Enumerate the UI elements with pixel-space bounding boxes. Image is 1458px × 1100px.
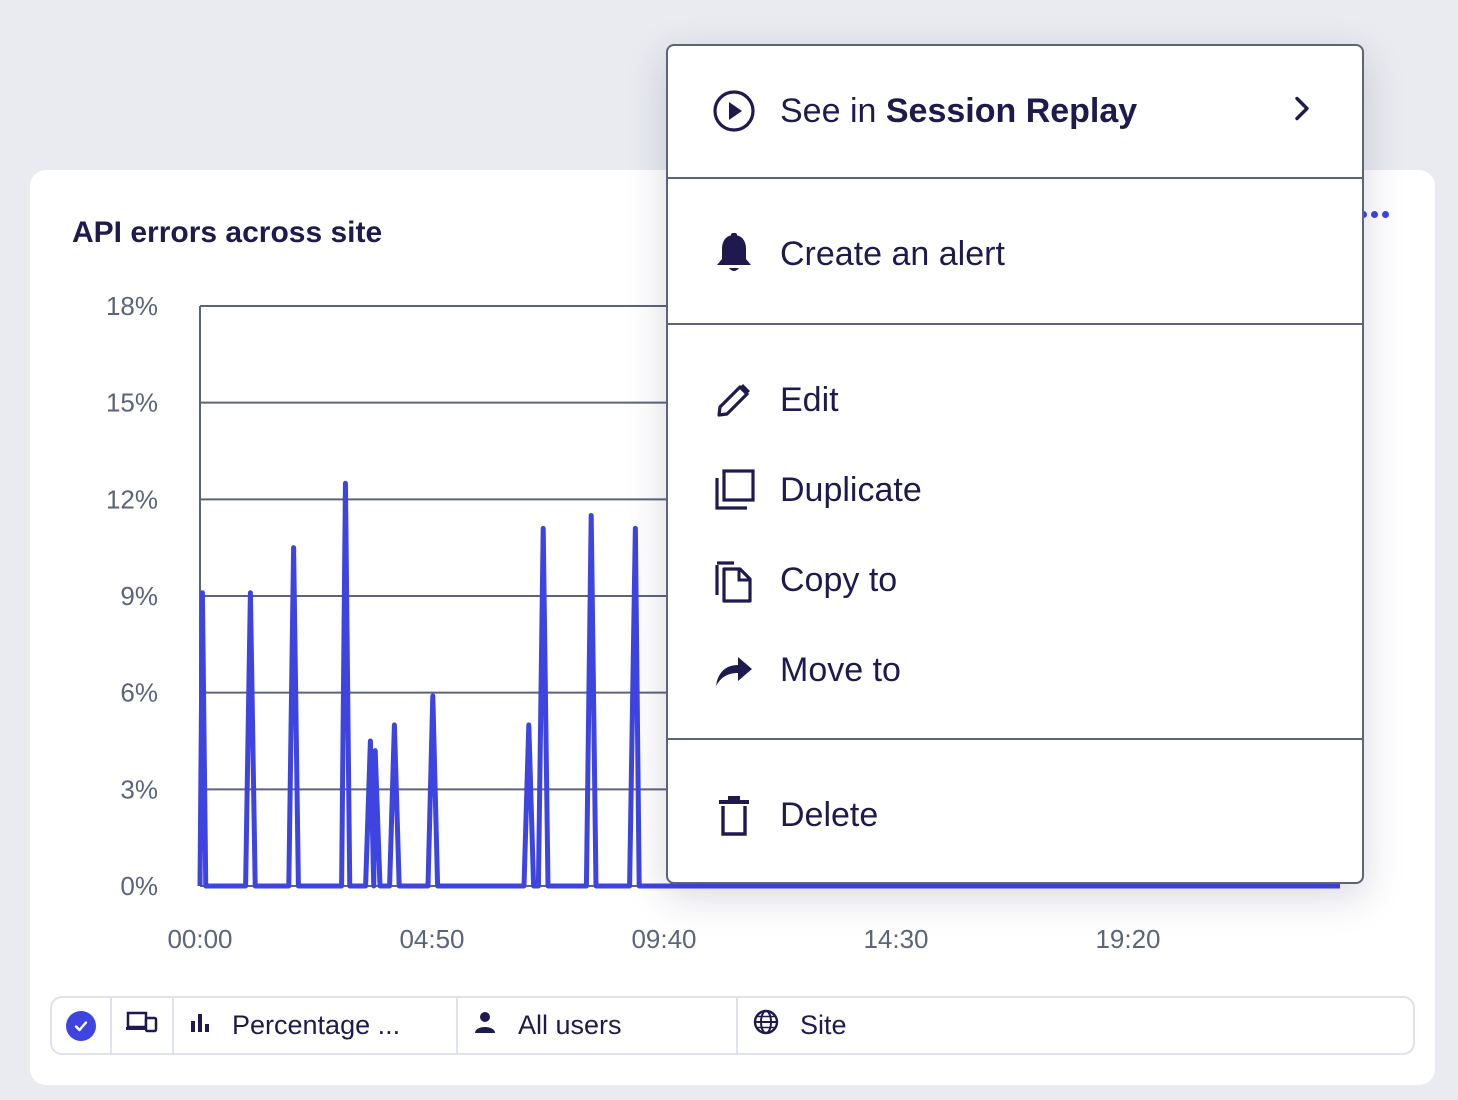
menu-section-actions: Edit Duplicate Copy to Move to [668,325,1362,740]
menu-section-alert: Create an alert [668,179,1362,325]
y-tick-label: 12% [106,484,158,514]
duplicate-icon [710,466,758,514]
pencil-icon [710,376,758,424]
menu-item-session-replay-prefix: See in [780,91,877,130]
bar-chart-icon [188,1010,212,1041]
menu-item-session-replay-bold: Session Replay [885,91,1138,130]
menu-item-edit-label: Edit [780,380,839,419]
menu-item-create-alert-label: Create an alert [780,234,1005,273]
menu-item-duplicate[interactable]: Duplicate [668,445,1362,535]
chevron-right-icon [1292,92,1312,131]
legend-users[interactable]: All users [458,998,738,1053]
x-tick-label: 04:50 [399,924,464,954]
bell-icon [710,230,758,278]
y-tick-label: 0% [120,871,158,901]
forward-arrow-icon [710,646,758,694]
y-tick-label: 18% [106,291,158,321]
menu-item-create-alert[interactable]: Create an alert [668,209,1362,299]
menu-item-delete-label: Delete [780,795,879,834]
menu-item-move-to-label: Move to [780,650,901,689]
legend-users-label: All users [518,1010,622,1040]
menu-item-session-replay[interactable]: See in Session Replay [668,66,1362,156]
legend-scope[interactable]: Site [738,998,1413,1053]
menu-item-move-to[interactable]: Move to [668,625,1362,715]
legend-toggle[interactable] [52,998,112,1053]
menu-section-replay: See in Session Replay [668,46,1362,179]
legend-metric-label: Percentage ... [232,1010,401,1040]
user-icon [472,1009,498,1042]
y-tick-label: 3% [120,774,158,804]
devices-icon [126,1010,158,1041]
y-tick-label: 15% [106,388,158,418]
legend-metric[interactable]: Percentage ... [174,998,458,1053]
chart-legend-bar: Percentage ... All users Site [50,996,1415,1055]
context-menu: See in Session Replay Create an alert Ed… [666,44,1364,884]
y-tick-label: 9% [120,581,158,611]
check-icon [66,1010,96,1041]
x-tick-label: 14:30 [863,924,928,954]
play-circle-icon [710,87,758,135]
y-tick-label: 6% [120,678,158,708]
legend-devices[interactable] [112,998,174,1053]
x-tick-label: 00:00 [167,924,232,954]
trash-icon [710,791,758,839]
legend-scope-label: Site [800,1010,847,1040]
globe-icon [752,1008,780,1043]
menu-item-copy-to[interactable]: Copy to [668,535,1362,625]
menu-item-copy-to-label: Copy to [780,560,898,599]
menu-item-duplicate-label: Duplicate [780,470,922,509]
menu-item-delete[interactable]: Delete [668,770,1362,860]
copy-file-icon [710,556,758,604]
x-tick-label: 09:40 [631,924,696,954]
menu-item-edit[interactable]: Edit [668,355,1362,445]
menu-section-delete: Delete [668,740,1362,880]
x-tick-label: 19:20 [1095,924,1160,954]
